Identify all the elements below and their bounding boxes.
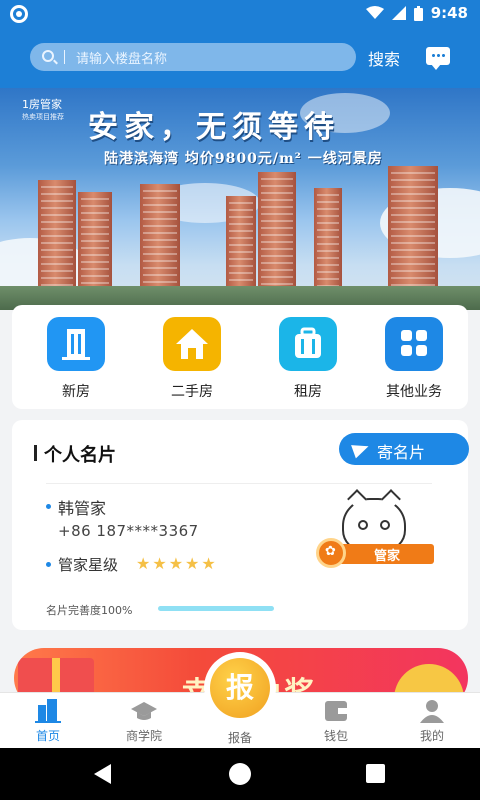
category-other[interactable]: 其他业务 <box>354 317 474 401</box>
wallet-icon <box>323 699 349 723</box>
wifi-icon <box>365 6 384 19</box>
report-icon: 报 <box>210 658 270 718</box>
home-buildings-icon <box>35 699 61 723</box>
card-title: 个人名片 <box>44 445 116 466</box>
building-image <box>78 192 112 292</box>
category-new-house[interactable]: 新房 <box>26 317 126 401</box>
banner-subtitle: 陆港滨海湾 均价9800元/m² 一线河景房 <box>104 151 383 167</box>
building-image <box>314 188 342 292</box>
level-label: 管家星级 <box>58 556 119 574</box>
suitcase-icon <box>279 317 337 371</box>
promo-banner[interactable]: 1房管家 热卖项目推荐 安家，无须等待 陆港滨海湾 均价9800元/m² 一线河… <box>0 88 480 310</box>
medal-icon <box>316 538 346 568</box>
status-bar: 9:48 <box>0 0 480 28</box>
building-icon <box>47 317 105 371</box>
category-rent[interactable]: 租房 <box>258 317 358 401</box>
category-card: 新房 二手房 租房 其他业务 <box>12 305 468 409</box>
business-card: 个人名片 寄名片 韩管家 +86 187****3367 管家星级 ★★★★★ … <box>12 420 469 630</box>
recent-apps-icon[interactable] <box>366 764 385 783</box>
graduation-cap-icon <box>131 699 157 723</box>
clock: 9:48 <box>430 4 468 22</box>
search-button[interactable]: 搜索 <box>368 46 400 70</box>
agent-phone: +86 187****3367 <box>58 522 199 540</box>
home-icon[interactable] <box>229 763 251 785</box>
signal-icon <box>391 6 406 20</box>
paper-plane-icon <box>351 439 371 459</box>
building-image <box>226 196 256 292</box>
notification-icon <box>10 5 28 23</box>
search-placeholder: 请输入楼盘名称 <box>76 52 168 67</box>
completeness-label: 名片完善度100% <box>46 604 133 617</box>
top-header: 请输入楼盘名称 搜索 <box>0 28 480 88</box>
building-image <box>38 180 76 292</box>
search-input[interactable]: 请输入楼盘名称 <box>30 43 356 71</box>
tab-academy[interactable]: 商学院 <box>104 699 184 744</box>
app-screen: 9:48 请输入楼盘名称 搜索 1房管家 热卖项目推荐 安家，无须等待 陆港滨海… <box>0 0 480 800</box>
system-nav-bar <box>0 748 480 800</box>
building-image <box>388 166 438 292</box>
message-icon[interactable] <box>426 47 450 70</box>
send-card-button[interactable]: 寄名片 <box>339 433 469 465</box>
tab-wallet[interactable]: 钱包 <box>296 699 376 744</box>
tab-mine[interactable]: 我的 <box>392 699 472 744</box>
completeness-bar <box>158 606 274 611</box>
rating-stars: ★★★★★ <box>136 554 218 573</box>
building-image <box>258 172 296 292</box>
house-icon <box>163 317 221 371</box>
category-second-hand[interactable]: 二手房 <box>142 317 242 401</box>
battery-icon <box>413 5 423 21</box>
building-image <box>140 184 180 292</box>
grid-icon <box>385 317 443 371</box>
banner-logo-sub: 热卖项目推荐 <box>22 113 64 121</box>
tab-home[interactable]: 首页 <box>8 699 88 744</box>
search-icon <box>42 50 54 62</box>
banner-logo: 1房管家 <box>22 98 62 111</box>
report-button[interactable]: 报 <box>204 652 276 724</box>
agent-name: 韩管家 <box>58 499 107 518</box>
banner-title: 安家，无须等待 <box>88 110 340 145</box>
user-icon <box>419 699 445 723</box>
back-icon[interactable] <box>94 764 111 784</box>
